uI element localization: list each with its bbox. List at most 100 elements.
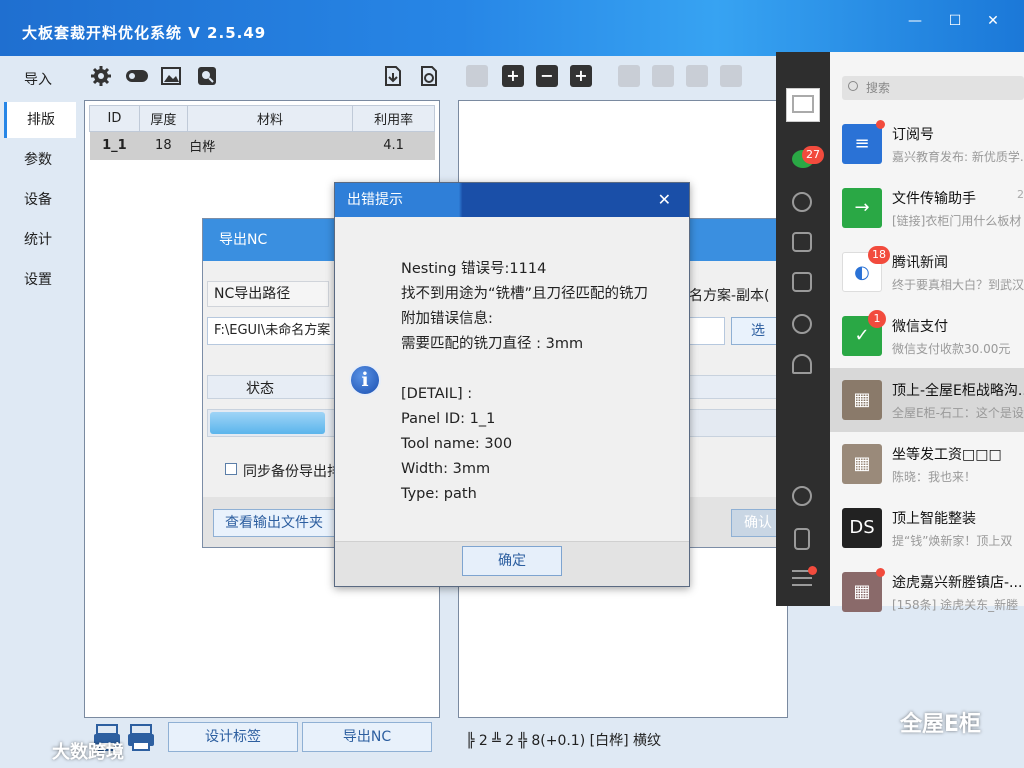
error-line: Nesting 错误号:1114 bbox=[401, 261, 547, 277]
chat-preview: 提“钱”焕新家！顶上双 bbox=[892, 534, 1013, 548]
printer-icon[interactable] bbox=[126, 722, 156, 752]
unread-badge: 18 bbox=[868, 246, 890, 264]
export-nc-button[interactable]: 导出NC bbox=[302, 722, 432, 752]
chat-preview: 全屋E柜-石工：这个是设 bbox=[892, 406, 1024, 420]
ok-button[interactable]: 确定 bbox=[462, 546, 562, 576]
chat-list-item[interactable]: ◐ 18 腾讯新闻 终于要真相大白？到武汉 bbox=[830, 240, 1024, 304]
bar-chart-icon[interactable] bbox=[720, 65, 742, 87]
error-line: 找不到用途为“铣槽”且刀径匹配的铣刀 bbox=[401, 286, 649, 302]
mini-program-icon[interactable] bbox=[792, 354, 812, 374]
download-doc-icon[interactable] bbox=[382, 65, 404, 87]
error-line: 需要匹配的铣刀直径 : 3mm bbox=[401, 336, 584, 352]
error-line: [DETAIL] : bbox=[401, 386, 473, 402]
error-line: Panel ID: 1_1 bbox=[401, 411, 496, 427]
error-dialog-title: 出错提示 bbox=[347, 192, 403, 208]
chat-list-item[interactable]: ✓ 1 微信支付 微信支付收款30.00元 bbox=[830, 304, 1024, 368]
chart-icon[interactable] bbox=[686, 65, 708, 87]
close-button[interactable]: ✕ bbox=[978, 10, 1008, 32]
backup-checkbox[interactable] bbox=[225, 463, 237, 475]
sidebar-item-import[interactable]: 导入 bbox=[0, 62, 78, 98]
add-icon[interactable]: + bbox=[502, 65, 524, 87]
status-line: ╠ 2 ╩ 2 ╬ 8(+0.1) [白桦] 横纹 bbox=[466, 733, 662, 749]
chat-avatar: DS bbox=[842, 508, 882, 548]
error-line: 附加错误信息: bbox=[401, 311, 493, 327]
phone-icon[interactable] bbox=[794, 528, 810, 550]
chat-list-item[interactable]: DS 顶上智能整装提“钱”焕新家！顶上双 bbox=[830, 496, 1024, 560]
chat-list-item[interactable]: ▦ 坐等发工资□□□ 陈晓：我也来！ bbox=[830, 432, 1024, 496]
error-message: Nesting 错误号:1114 找不到用途为“铣槽”且刀径匹配的铣刀 附加错误… bbox=[401, 257, 648, 507]
chat-list-item[interactable]: → 文件传输助手 [链接]衣柜门用什么板材 2 bbox=[830, 176, 1024, 240]
cube-icon[interactable] bbox=[792, 232, 812, 252]
chat-avatar: → bbox=[842, 188, 882, 228]
table-row[interactable]: 1_1 18 白桦 4.1 bbox=[89, 131, 435, 160]
unread-badge: 1 bbox=[868, 310, 886, 328]
nc-path-label: NC导出路径 bbox=[207, 281, 329, 307]
sidebar-item-nesting[interactable]: 排版 bbox=[4, 102, 76, 138]
scan-icon[interactable] bbox=[196, 65, 218, 87]
image-icon[interactable] bbox=[160, 65, 182, 87]
chat-avatar: ≡ bbox=[842, 124, 882, 164]
status-header: 状态 bbox=[246, 381, 274, 397]
nc-file-name: 名方案-副本( bbox=[689, 288, 770, 304]
error-dialog: 出错提示 ✕ i Nesting 错误号:1114 找不到用途为“铣槽”且刀径匹… bbox=[334, 182, 690, 587]
watermark-left: 大数跨境 bbox=[52, 742, 124, 763]
cell-material: 白桦 bbox=[187, 131, 353, 160]
minimize-button[interactable]: — bbox=[900, 10, 930, 32]
chat-name: 顶上-全屋E柜战略沟... bbox=[892, 383, 1024, 399]
gear-icon[interactable] bbox=[90, 65, 112, 87]
chat-avatar: ▦ bbox=[842, 444, 882, 484]
chat-name: 坐等发工资□□□ bbox=[892, 447, 1002, 463]
chat-preview: 陈晓：我也来！ bbox=[892, 470, 977, 484]
close-icon[interactable]: ✕ bbox=[658, 183, 671, 217]
nc-path-input[interactable]: F:\EGUI\未命名方案 bbox=[207, 317, 337, 345]
sidebar-item-stats[interactable]: 统计 bbox=[0, 222, 78, 258]
cell-id: 1_1 bbox=[89, 131, 140, 160]
watermark-right: 全屋E柜 bbox=[900, 712, 982, 737]
open-output-folder-button[interactable]: 查看输出文件夹 bbox=[213, 509, 335, 537]
design-label-button[interactable]: 设计标签 bbox=[168, 722, 298, 752]
contacts-icon[interactable] bbox=[792, 192, 812, 212]
align-bottom-icon[interactable] bbox=[618, 65, 640, 87]
nc-file-input[interactable] bbox=[689, 317, 725, 345]
column-header-id[interactable]: ID bbox=[89, 105, 140, 132]
chat-name: 腾讯新闻 bbox=[892, 255, 948, 271]
error-line: Tool name: 300 bbox=[401, 436, 513, 452]
chat-avatar: ▦ bbox=[842, 572, 882, 612]
tape-icon[interactable] bbox=[124, 65, 148, 87]
column-header-thickness[interactable]: 厚度 bbox=[138, 105, 188, 132]
align-left-icon[interactable] bbox=[652, 65, 674, 87]
chat-list-item[interactable]: ≡ 订阅号 嘉兴教育发布: 新优质学... bbox=[830, 112, 1024, 176]
add-box-icon[interactable]: + bbox=[570, 65, 592, 87]
chat-preview: 微信支付收款30.00元 bbox=[892, 342, 1011, 356]
app-title: 大板套裁开料优化系统 V 2.5.49 bbox=[22, 24, 267, 42]
export-doc-icon[interactable] bbox=[418, 65, 440, 87]
chat-name: 订阅号 bbox=[892, 127, 934, 143]
sidebar-item-settings[interactable]: 设置 bbox=[0, 262, 78, 298]
sidebar: 导入 排版 参数 设备 统计 设置 bbox=[0, 56, 78, 768]
title-bar: 大板套裁开料优化系统 V 2.5.49 — ☐ ✕ bbox=[0, 0, 1024, 56]
chat-list-item[interactable]: ▦ 顶上-全屋E柜战略沟... 全屋E柜-石工：这个是设 bbox=[830, 368, 1024, 432]
sidebar-item-params[interactable]: 参数 bbox=[0, 142, 78, 178]
link-icon[interactable] bbox=[792, 486, 812, 506]
chat-name: 顶上智能整装 bbox=[892, 511, 976, 527]
error-line: Type: path bbox=[401, 486, 477, 502]
remove-icon[interactable]: − bbox=[536, 65, 558, 87]
folder-icon[interactable] bbox=[792, 272, 812, 292]
menu-notification-dot bbox=[808, 566, 817, 575]
search-icon bbox=[848, 81, 858, 91]
board-table: ID 厚度 材料 利用率 1_1 18 白桦 4.1 bbox=[89, 105, 435, 160]
wechat-search-input[interactable]: 搜索 bbox=[842, 76, 1024, 100]
error-line bbox=[401, 357, 648, 382]
sidebar-item-device[interactable]: 设备 bbox=[0, 182, 78, 218]
chat-preview: [链接]衣柜门用什么板材 bbox=[892, 214, 1022, 228]
save-icon[interactable] bbox=[466, 65, 488, 87]
column-header-material[interactable]: 材料 bbox=[186, 105, 354, 132]
maximize-button[interactable]: ☐ bbox=[940, 10, 970, 32]
chat-name: 微信支付 bbox=[892, 319, 948, 335]
moments-icon[interactable] bbox=[792, 314, 812, 334]
unread-badge: 27 bbox=[802, 146, 824, 164]
user-avatar[interactable] bbox=[786, 88, 820, 122]
column-header-rate[interactable]: 利用率 bbox=[352, 105, 435, 132]
chat-list-item[interactable]: ▦ 途虎嘉兴新塍镇店-... [158条] 途虎关东_新塍 bbox=[830, 560, 1024, 624]
chat-name: 途虎嘉兴新塍镇店-... bbox=[892, 575, 1023, 591]
